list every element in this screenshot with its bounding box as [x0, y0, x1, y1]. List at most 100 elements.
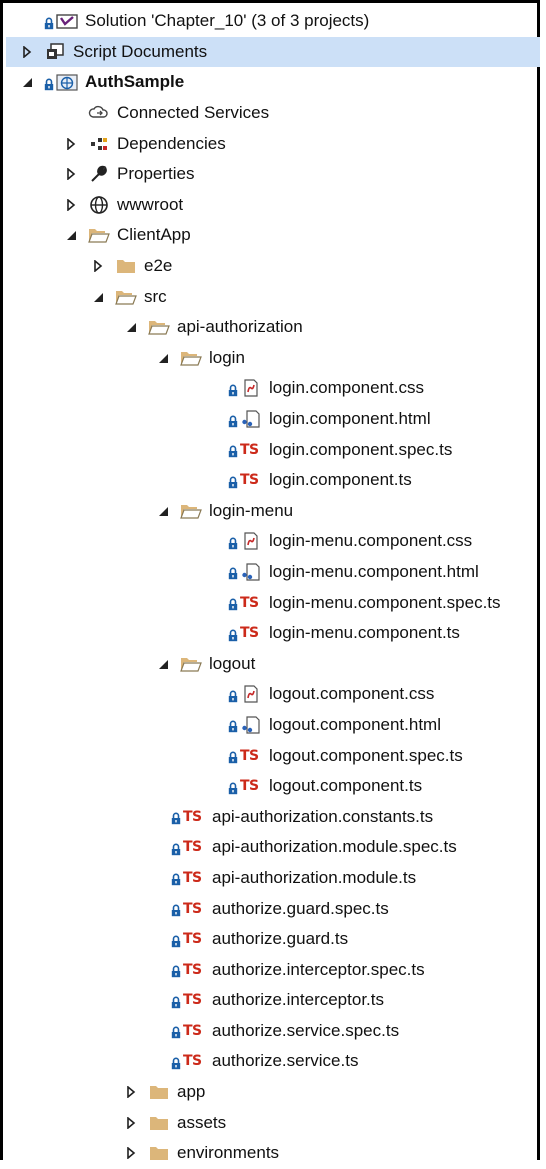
tree-item[interactable]: TS api-authorization.constants.ts	[6, 801, 540, 832]
css-file-icon	[240, 684, 262, 704]
tree-item[interactable]: login-menu.component.css	[6, 526, 540, 557]
tree-item[interactable]: login	[6, 343, 540, 374]
tree-item[interactable]: TS logout.component.ts	[6, 771, 540, 802]
tree-item[interactable]: logout.component.css	[6, 679, 540, 710]
tree-item[interactable]: logout	[6, 648, 540, 679]
expand-arrow-icon[interactable]	[124, 1116, 138, 1130]
collapse-arrow-icon[interactable]	[20, 75, 34, 89]
source-control-lock-icon	[171, 871, 181, 886]
expand-arrow-icon[interactable]	[64, 137, 78, 151]
tree-item[interactable]: TS authorize.interceptor.ts	[6, 985, 540, 1016]
tree-item-icons: TS	[171, 807, 205, 827]
tree-item[interactable]: login.component.html	[6, 404, 540, 435]
ts-file-icon: TS	[240, 594, 259, 611]
solution-tree: Solution 'Chapter_10' (3 of 3 projects) S…	[6, 6, 540, 1169]
folder-open-icon	[115, 287, 137, 307]
tree-item[interactable]: TS api-authorization.module.spec.ts	[6, 832, 540, 863]
source-control-lock-icon	[44, 76, 54, 91]
tree-item[interactable]: environments	[6, 1138, 540, 1169]
tree-item-icons: TS	[228, 593, 262, 613]
ts-file-icon: TS	[240, 778, 259, 795]
tree-item-label: login-menu.component.html	[269, 561, 479, 581]
tree-item-icons	[180, 654, 202, 674]
tree-item[interactable]: ClientApp	[6, 220, 540, 251]
source-control-lock-icon	[228, 780, 238, 794]
expand-arrow-icon[interactable]	[124, 1085, 138, 1099]
tree-item[interactable]: login-menu.component.html	[6, 557, 540, 588]
expand-arrow-icon[interactable]	[64, 167, 78, 181]
tree-item[interactable]: TS authorize.guard.ts	[6, 924, 540, 955]
tree-item-icons: TS	[228, 746, 262, 766]
tree-item[interactable]: TS authorize.service.ts	[6, 1046, 540, 1077]
tree-item-label: Connected Services	[117, 103, 270, 123]
expand-arrow-icon[interactable]	[64, 198, 78, 212]
expand-arrow-icon[interactable]	[124, 1146, 138, 1160]
tree-item-label: logout.component.html	[269, 714, 441, 734]
collapse-arrow-icon[interactable]	[156, 657, 170, 671]
folder-open-icon	[88, 225, 110, 245]
tree-item[interactable]: wwwroot	[6, 190, 540, 221]
wrench-icon	[88, 164, 110, 184]
source-control-lock-icon	[228, 443, 238, 458]
collapse-arrow-icon[interactable]	[156, 351, 170, 365]
source-control-lock-icon	[171, 994, 181, 1008]
ts-file-icon: TS	[240, 472, 259, 489]
ts-file-icon: TS	[183, 869, 202, 886]
expand-arrow-icon[interactable]	[20, 45, 34, 59]
tree-item[interactable]: e2e	[6, 251, 540, 282]
collapse-arrow-icon[interactable]	[64, 228, 78, 242]
tree-item-icons: TS	[228, 470, 262, 490]
tree-item[interactable]: TS login.component.spec.ts	[6, 434, 540, 465]
source-control-lock-icon	[228, 596, 238, 611]
tree-item-icons	[228, 684, 262, 704]
tree-item-label: Properties	[117, 164, 195, 184]
source-control-lock-icon	[171, 933, 181, 947]
tree-item[interactable]: TS authorize.guard.spec.ts	[6, 893, 540, 924]
tree-item[interactable]: AuthSample	[6, 67, 540, 98]
tree-item-label: authorize.service.ts	[212, 1051, 359, 1071]
tree-item[interactable]: assets	[6, 1107, 540, 1138]
tree-item[interactable]: TS api-authorization.module.ts	[6, 863, 540, 894]
expand-arrow-icon[interactable]	[91, 259, 105, 273]
tree-item[interactable]: Solution 'Chapter_10' (3 of 3 projects)	[6, 6, 540, 37]
tree-item[interactable]: login-menu	[6, 496, 540, 527]
tree-item-icons	[115, 287, 137, 307]
source-control-lock-icon	[228, 627, 238, 641]
tree-item[interactable]: app	[6, 1077, 540, 1108]
tree-item-label: src	[144, 286, 167, 306]
tree-item[interactable]: Dependencies	[6, 128, 540, 159]
tree-item[interactable]: Connected Services	[6, 98, 540, 129]
tree-item-icons: TS	[171, 960, 205, 980]
tree-item[interactable]: logout.component.html	[6, 710, 540, 741]
ts-file-icon: TS	[240, 441, 259, 458]
globe-icon	[88, 195, 110, 215]
tree-item-label: Dependencies	[117, 133, 226, 153]
tree-item-icons	[228, 378, 262, 398]
source-control-lock-icon	[228, 718, 238, 733]
css-file-icon	[240, 531, 262, 551]
ts-file-icon: TS	[183, 808, 202, 825]
folder-icon	[148, 1143, 170, 1163]
tree-item[interactable]: TS login-menu.component.ts	[6, 618, 540, 649]
collapse-arrow-icon[interactable]	[91, 290, 105, 304]
tree-item-label: logout.component.css	[269, 684, 435, 704]
tree-item[interactable]: TS login-menu.component.spec.ts	[6, 587, 540, 618]
collapse-arrow-icon[interactable]	[156, 504, 170, 518]
tree-item[interactable]: Properties	[6, 159, 540, 190]
tree-item[interactable]: TS logout.component.spec.ts	[6, 740, 540, 771]
source-control-lock-icon	[228, 535, 238, 550]
connected-services-icon	[88, 103, 110, 123]
collapse-arrow-icon[interactable]	[124, 320, 138, 334]
tree-item[interactable]: login.component.css	[6, 373, 540, 404]
tree-item[interactable]: TS authorize.service.spec.ts	[6, 1016, 540, 1047]
tree-item[interactable]: TS authorize.interceptor.spec.ts	[6, 954, 540, 985]
ts-file-icon: TS	[183, 992, 202, 1009]
tree-item-label: environments	[177, 1143, 280, 1163]
tree-item[interactable]: TS login.component.ts	[6, 465, 540, 496]
tree-item[interactable]: api-authorization	[6, 312, 540, 343]
tree-item-icons	[228, 715, 262, 735]
tree-item[interactable]: Script Documents	[6, 36, 540, 68]
tree-item-label: ClientApp	[117, 225, 191, 245]
tree-item[interactable]: src	[6, 281, 540, 312]
source-control-lock-icon	[171, 902, 181, 917]
